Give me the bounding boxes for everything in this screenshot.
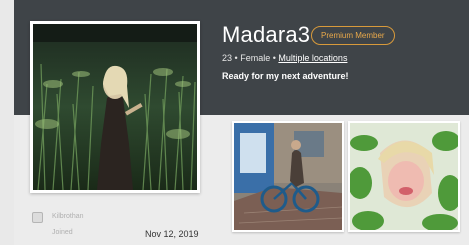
details-separator: • [234, 53, 238, 63]
profile-username: Madara3 [222, 22, 311, 47]
meta-label-joined: Joined [52, 229, 73, 236]
photo-thumbnail-1[interactable] [232, 121, 344, 232]
joined-date: Nov 12, 2019 [145, 229, 199, 239]
meta-label-place: Kilbrothan [52, 213, 84, 220]
details-separator: • [272, 53, 276, 63]
profile-location-link[interactable]: Multiple locations [278, 53, 347, 63]
profile-tagline: Ready for my next adventure! [222, 71, 349, 81]
profile-age: 23 [222, 53, 233, 63]
thumbnail-image [350, 123, 458, 230]
profile-photo-image [33, 24, 197, 190]
main-profile-photo[interactable] [30, 21, 200, 193]
photo-thumbnail-2[interactable] [348, 121, 460, 232]
profile-gender: Female [240, 53, 271, 63]
thumbnail-image [234, 123, 342, 230]
premium-member-badge: Premium Member [311, 26, 395, 45]
location-icon [32, 212, 43, 223]
profile-details: 23 • Female • Multiple locations [222, 53, 347, 63]
